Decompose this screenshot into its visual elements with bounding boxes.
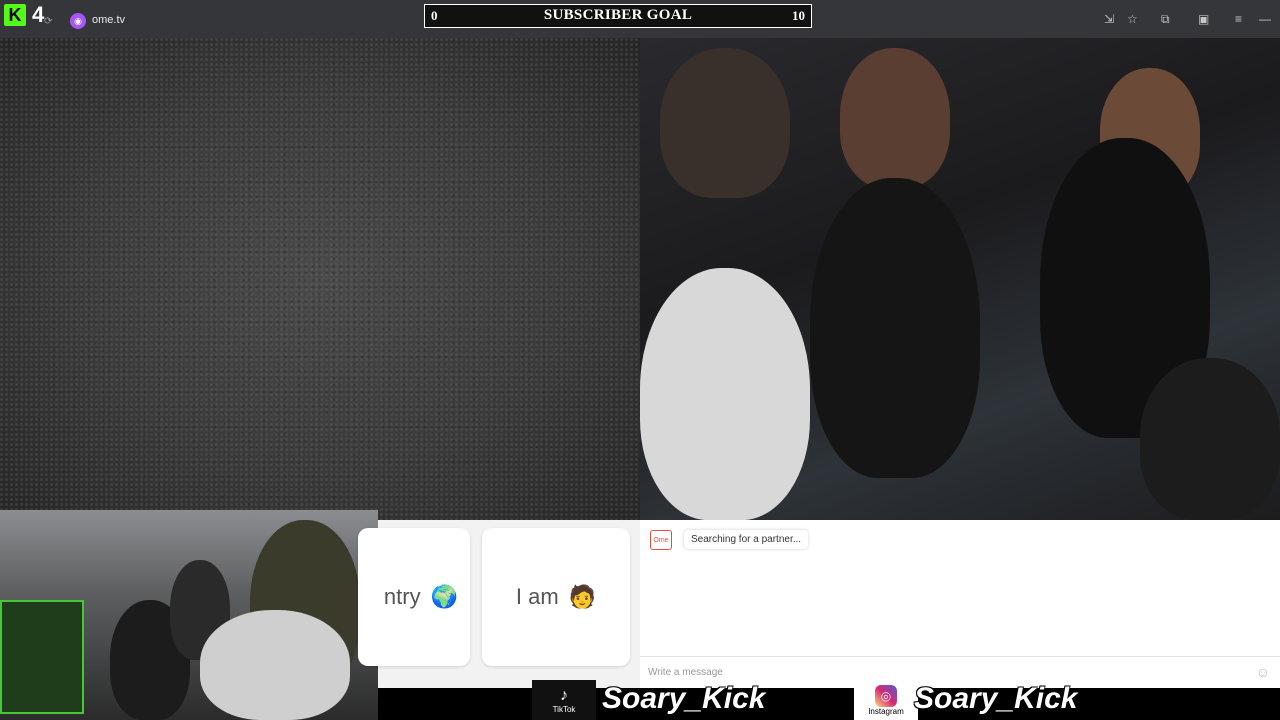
- ome-tv-icon: Ome: [650, 530, 672, 550]
- site-favicon-icon: ◉: [70, 13, 86, 29]
- kick-count: 4: [32, 2, 45, 27]
- monitor-shape: [0, 600, 84, 714]
- instagram-handle: Soary_Kick: [914, 682, 1078, 715]
- instagram-label: Instagram: [868, 706, 904, 716]
- instagram-icon: ◎: [875, 684, 897, 707]
- person-icon: 🧑: [568, 584, 597, 609]
- person-shape: [640, 268, 810, 520]
- gender-filter-card[interactable]: I am 🧑: [482, 528, 630, 666]
- reload-icon[interactable]: ⟳: [44, 16, 52, 27]
- camera-video: [640, 38, 1280, 520]
- kick-logo-icon: K: [4, 4, 26, 26]
- person-shape: [1140, 358, 1280, 520]
- subscriber-goal-overlay: 0 SUBSCRIBER GOAL 10: [424, 4, 812, 28]
- menu-icon[interactable]: ≡: [1235, 12, 1242, 26]
- iam-card-label: I am: [515, 584, 559, 609]
- tiktok-handle: Soary_Kick: [602, 682, 766, 715]
- tiktok-label: TikTok: [552, 704, 576, 714]
- instagram-logo: ◎ Instagram: [854, 680, 918, 720]
- person-shape: [810, 178, 980, 478]
- country-card-label: ntry: [383, 584, 421, 609]
- person-shape: [660, 48, 790, 198]
- goal-end-value: 10: [792, 8, 805, 23]
- status-message: Searching for a partner...: [684, 530, 809, 549]
- person-shape: [840, 48, 950, 188]
- extensions-icon[interactable]: ⧉: [1161, 12, 1170, 27]
- social-handles-bar: ♪ TikTok Soary_Kick ◎ Instagram Soary_Ki…: [378, 680, 1280, 720]
- chat-panel: Ome Searching for a partner... Write a m…: [640, 520, 1280, 688]
- sidebar-icon[interactable]: ▣: [1198, 12, 1209, 26]
- filter-cards-panel: ntry 🌍 I am 🧑: [358, 520, 640, 688]
- tiktok-logo: ♪ TikTok: [532, 680, 596, 720]
- install-icon[interactable]: ⇲: [1104, 12, 1114, 26]
- globe-icon: 🌍: [430, 584, 458, 609]
- address-bar[interactable]: ome.tv: [92, 14, 125, 26]
- tiktok-icon: ♪: [560, 686, 568, 704]
- bookmark-star-icon[interactable]: ☆: [1127, 12, 1138, 26]
- person-shape: [200, 610, 350, 720]
- emoji-icon[interactable]: ☺: [1256, 664, 1270, 680]
- country-filter-card[interactable]: ntry 🌍: [358, 528, 470, 666]
- minimize-icon[interactable]: —: [1259, 12, 1271, 26]
- streamer-webcam: [0, 510, 378, 720]
- browser-toolbar: K 4 ⟳ ◉ ome.tv 0 SUBSCRIBER GOAL 10 ⇲ ☆ …: [0, 0, 1280, 38]
- partner-video-noise: [0, 38, 640, 520]
- goal-label: SUBSCRIBER GOAL: [543, 7, 693, 23]
